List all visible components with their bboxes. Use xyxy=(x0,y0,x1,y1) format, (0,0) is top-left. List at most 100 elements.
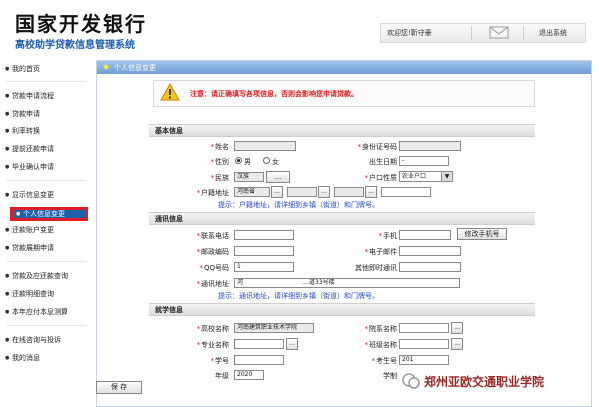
exam-no-label: *考生号 xyxy=(371,357,398,365)
divider xyxy=(6,81,86,82)
section-title: 通讯信息 xyxy=(155,215,183,223)
class-picker-button[interactable]: … xyxy=(451,338,463,350)
province-field[interactable]: 河南省 xyxy=(234,187,270,197)
zip-field[interactable] xyxy=(234,246,294,256)
name-field[interactable] xyxy=(234,141,296,151)
address-value: 河 xyxy=(237,279,244,286)
wechat-icon xyxy=(402,373,420,389)
city-field[interactable] xyxy=(287,187,317,197)
nation-picker-button[interactable]: ... xyxy=(266,171,290,183)
hukou-addr-label: *户籍地址 xyxy=(196,189,230,197)
divider xyxy=(6,325,86,326)
birth-label: 出生日期 xyxy=(369,158,397,166)
other-im-label: 其他即时通讯 xyxy=(355,264,397,272)
section-title: 基本信息 xyxy=(155,127,183,135)
address-field[interactable]: 河 …道33号楼 xyxy=(234,278,460,288)
hukou-type-label: *户口性质 xyxy=(364,174,398,182)
idcard-label: *身份证号码 xyxy=(357,143,398,151)
birth-field[interactable]: - xyxy=(399,156,449,166)
change-mobile-button[interactable]: 修改手机号 xyxy=(457,228,507,240)
main-panel: ◆ 个人信息变更 注意：请正确填写各项信息，否则会影响您申请贷款。 基本信息 *… xyxy=(96,60,592,407)
sidebar: 我的首页 贷款申请流程 贷款申请 利率转换 提前还款申请 毕业确认申请 显示信息… xyxy=(0,58,92,388)
sidebar-item-personal-info[interactable]: 个人信息变更 xyxy=(10,207,88,221)
mail-icon[interactable] xyxy=(489,26,509,39)
county-field[interactable] xyxy=(334,187,364,197)
sidebar-item-consult[interactable]: 在线咨询与投诉 xyxy=(5,335,61,346)
sidebar-item-messages[interactable]: 我的消息 xyxy=(5,353,40,364)
sidebar-item-graduation[interactable]: 毕业确认申请 xyxy=(5,162,54,173)
divider xyxy=(6,180,86,181)
sidebar-item-prepay[interactable]: 提前还款申请 xyxy=(5,144,54,155)
sidebar-item-loan-query[interactable]: 贷款及应还款查询 xyxy=(5,271,68,282)
city-picker-button[interactable]: … xyxy=(318,186,330,198)
diamond-icon: ◆ xyxy=(103,62,110,71)
major-picker-button[interactable]: … xyxy=(286,338,298,350)
gender-male-radio[interactable] xyxy=(235,157,242,164)
gender-female-radio[interactable] xyxy=(263,157,270,164)
qq-label: *QQ号码 xyxy=(199,264,229,272)
page-title: 个人信息变更 xyxy=(114,64,156,72)
school-system-label: 学制 xyxy=(383,372,397,380)
hukou-type-select[interactable]: 农业户口 ▼ xyxy=(399,171,453,182)
student-no-field[interactable] xyxy=(234,355,284,365)
sidebar-item-repay-detail[interactable]: 还款明细查询 xyxy=(5,289,54,300)
sidebar-item-repay-account[interactable]: 还款账户变更 xyxy=(5,225,54,236)
school-label: *高校名称 xyxy=(196,325,230,333)
toolbar-divider xyxy=(471,26,472,40)
exam-no-field[interactable]: 201 xyxy=(399,355,449,365)
student-no-label: *学号 xyxy=(210,357,230,365)
county-picker-button[interactable]: … xyxy=(365,186,377,198)
save-button[interactable]: 保 存 xyxy=(96,381,142,394)
top-toolbar: 欢迎您!靳守豪 退出系统 xyxy=(380,23,586,43)
logout-button[interactable]: 退出系统 xyxy=(539,28,567,38)
qq-field[interactable]: 1 xyxy=(234,262,294,272)
hukou-detail-field[interactable] xyxy=(381,187,431,197)
major-field[interactable] xyxy=(234,339,284,349)
hukou-type-value: 农业户口 xyxy=(402,173,427,180)
phone-field[interactable] xyxy=(234,230,294,240)
college-label: *院系名称 xyxy=(364,325,398,333)
email-field[interactable] xyxy=(399,246,461,256)
page-header: ◆ 个人信息变更 xyxy=(97,61,591,74)
school-field[interactable]: 河南建筑职业技术学院 xyxy=(234,323,314,333)
mobile-field[interactable] xyxy=(399,230,451,240)
idcard-field[interactable] xyxy=(399,141,461,151)
watermark-text: 郑州亚欧交通职业学院 xyxy=(424,375,545,389)
sidebar-item-show-info-change[interactable]: 显示信息变更 xyxy=(5,190,54,201)
address-tail: …道33号楼 xyxy=(303,279,335,286)
name-label: *姓名 xyxy=(210,143,230,151)
sidebar-item-interest-calc[interactable]: 本年应付本息测算 xyxy=(5,307,68,318)
nation-field[interactable]: 汉族 xyxy=(234,172,264,182)
gender-male-label: 男 xyxy=(244,158,251,166)
watermark: 郑州亚欧交通职业学院 xyxy=(402,371,592,391)
sidebar-item-home[interactable]: 我的首页 xyxy=(5,64,40,75)
college-picker-button[interactable]: … xyxy=(451,322,463,334)
hukou-hint: 提示：户籍地址，请详细到乡镇（街道）和门牌号。 xyxy=(218,201,379,209)
section-contact: 通讯信息 xyxy=(149,212,535,225)
other-im-field[interactable] xyxy=(399,262,461,272)
grade-field[interactable]: 2020 xyxy=(234,370,264,380)
class-label: *班级名称 xyxy=(364,341,398,349)
toolbar-divider xyxy=(523,26,524,40)
gender-label: *性别 xyxy=(210,158,230,166)
zip-label: *邮政编码 xyxy=(196,248,230,256)
address-label: *通讯地址 xyxy=(196,280,230,288)
college-field[interactable] xyxy=(399,323,449,333)
sidebar-item-rate-convert[interactable]: 利率转换 xyxy=(5,126,40,137)
phone-label: *联系电话 xyxy=(196,232,230,240)
warning-box: 注意：请正确填写各项信息，否则会影响您申请贷款。 xyxy=(153,80,535,107)
class-field[interactable] xyxy=(399,339,449,349)
brand-subtitle: 高校助学贷款信息管理系统 xyxy=(15,40,135,51)
grade-label: 年级 xyxy=(215,372,229,380)
province-picker-button[interactable]: … xyxy=(271,186,283,198)
warning-text: 注意：请正确填写各项信息，否则会影响您申请贷款。 xyxy=(190,90,358,98)
mobile-label: *手机 xyxy=(378,232,398,240)
section-title: 就学信息 xyxy=(155,306,183,314)
sidebar-item-loan-apply[interactable]: 贷款申请 xyxy=(5,109,40,120)
sidebar-item-loan-process[interactable]: 贷款申请流程 xyxy=(5,91,54,102)
sidebar-item-extension[interactable]: 贷款展期申请 xyxy=(5,243,54,254)
gender-female-label: 女 xyxy=(272,158,279,166)
chevron-down-icon: ▼ xyxy=(441,172,452,181)
address-hint: 提示：通讯地址，请详细到乡镇（街道）和门牌号。 xyxy=(218,292,379,300)
brand-title: 国家开发银行 xyxy=(15,12,147,36)
